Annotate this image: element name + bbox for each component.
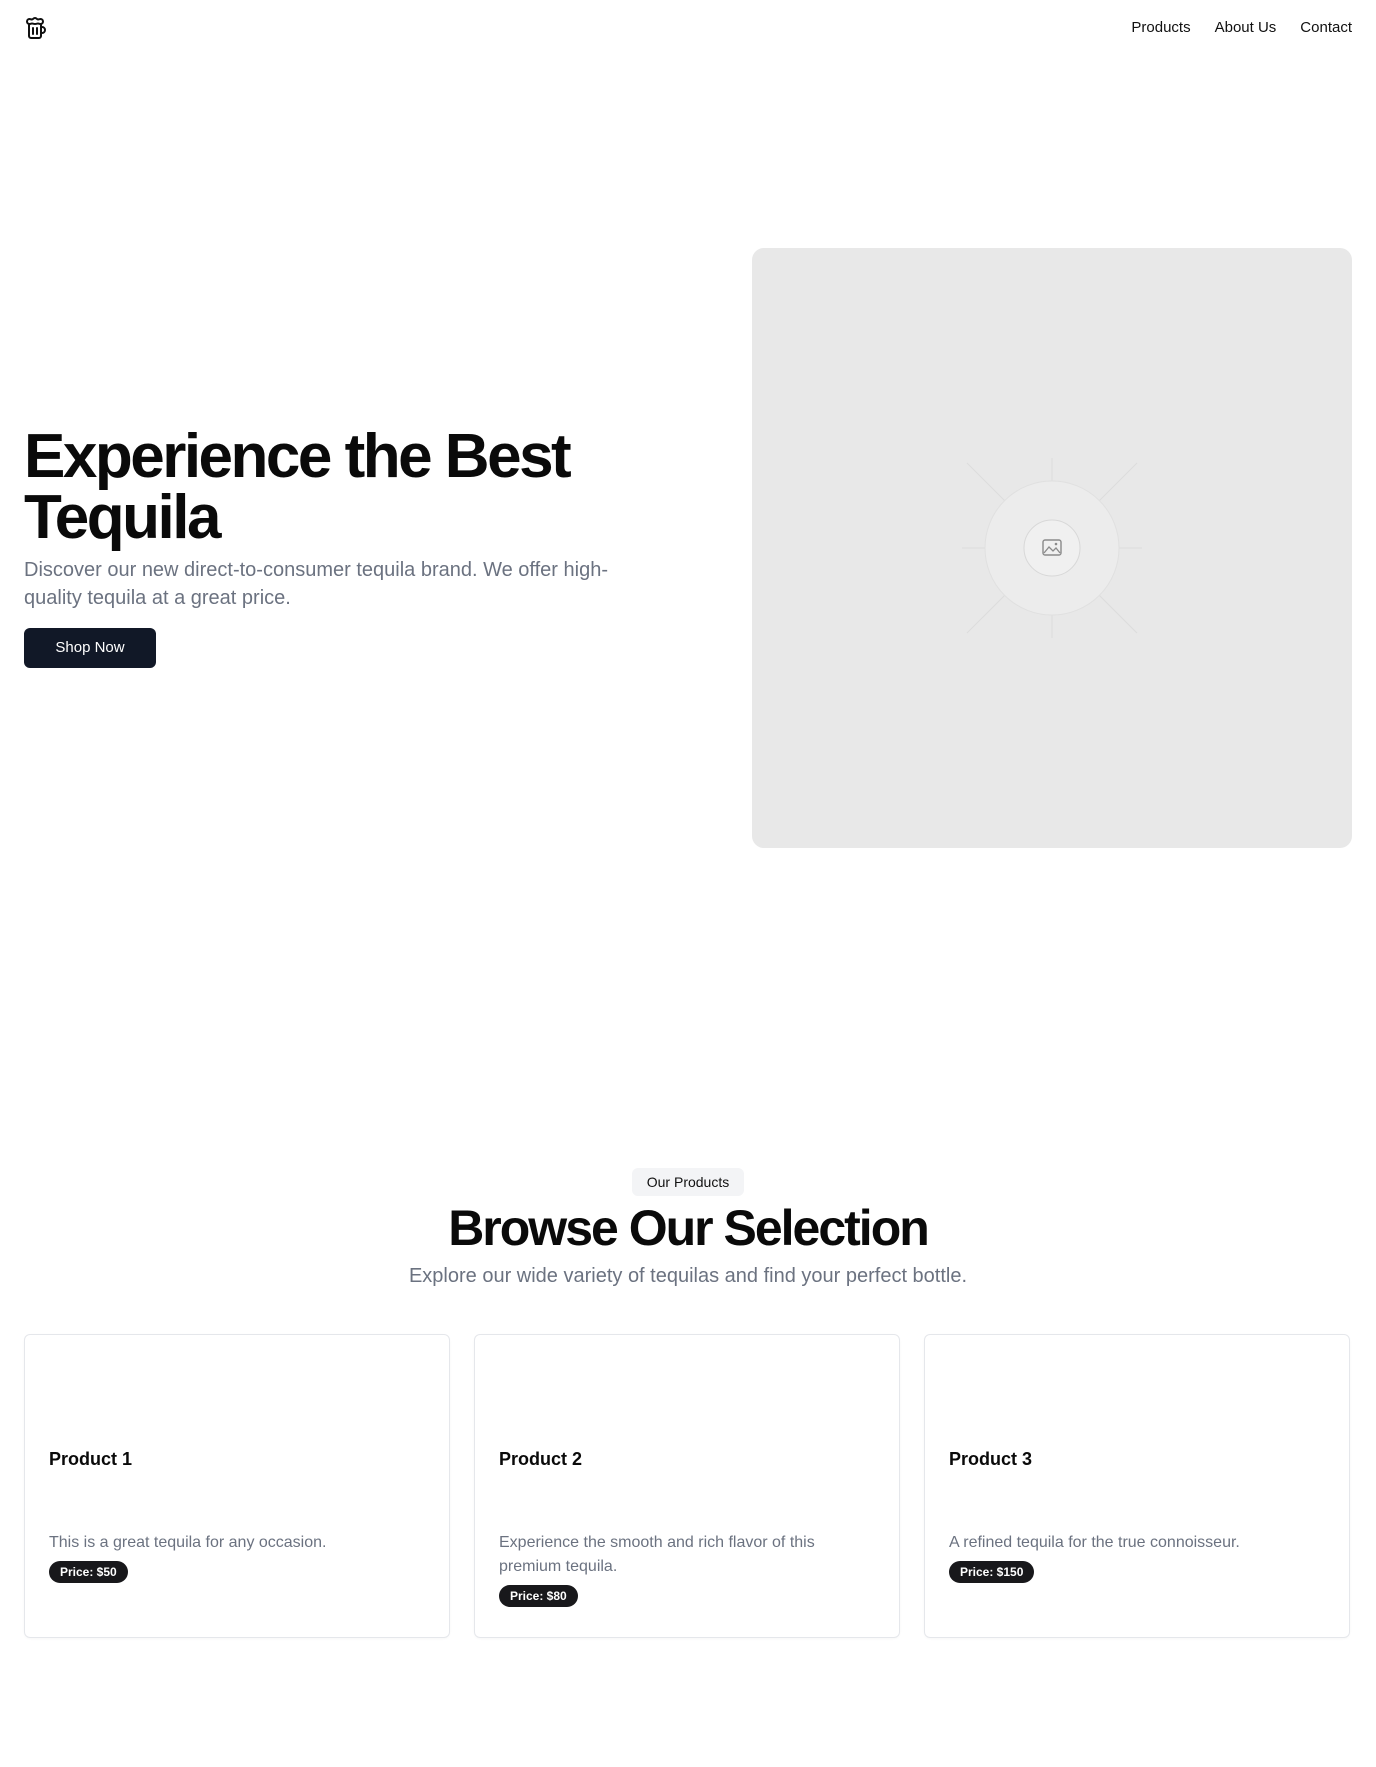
product-card[interactable]: Product 2 Experience the smooth and rich…: [474, 1334, 900, 1638]
site-header: Products About Us Contact: [0, 0, 1376, 56]
price-badge: Price: $50: [49, 1561, 128, 1583]
product-title: Product 2: [499, 1449, 583, 1469]
beer-mug-icon[interactable]: [24, 16, 48, 40]
hero-text: Experience the Best Tequila Discover our…: [24, 426, 644, 668]
section-badge: Our Products: [632, 1168, 744, 1196]
section-subtitle: Explore our wide variety of tequilas and…: [408, 1265, 968, 1287]
image-placeholder-icon: [962, 458, 1142, 638]
product-title: Product 3: [949, 1449, 1033, 1469]
nav-link-about-us[interactable]: About Us: [1215, 18, 1277, 38]
price-badge: Price: $80: [499, 1585, 578, 1607]
product-body: A refined tequila for the true connoisse…: [949, 1531, 1325, 1583]
hero-title: Experience the Best Tequila: [24, 422, 572, 552]
product-card[interactable]: Product 1 This is a great tequila for an…: [24, 1334, 450, 1638]
product-description: Experience the smooth and rich flavor of…: [499, 1534, 815, 1575]
hero-image-placeholder: [752, 248, 1352, 848]
section-title: Browse Our Selection: [448, 1200, 930, 1256]
price-badge: Price: $150: [949, 1561, 1035, 1583]
product-description: A refined tequila for the true connoisse…: [949, 1534, 1240, 1551]
hero-subtitle: Discover our new direct-to-consumer tequ…: [24, 559, 608, 609]
product-title: Product 1: [49, 1449, 133, 1469]
nav-link-contact[interactable]: Contact: [1300, 18, 1352, 38]
main-nav: Products About Us Contact: [1131, 18, 1352, 38]
product-card[interactable]: Product 3 A refined tequila for the true…: [924, 1334, 1350, 1638]
product-cards: Product 1 This is a great tequila for an…: [24, 1334, 1352, 1638]
product-body: Experience the smooth and rich flavor of…: [499, 1531, 875, 1607]
product-body: This is a great tequila for any occasion…: [49, 1531, 425, 1583]
nav-link-products[interactable]: Products: [1131, 18, 1190, 38]
product-description: This is a great tequila for any occasion…: [49, 1534, 327, 1551]
shop-now-button[interactable]: Shop Now: [24, 628, 156, 668]
